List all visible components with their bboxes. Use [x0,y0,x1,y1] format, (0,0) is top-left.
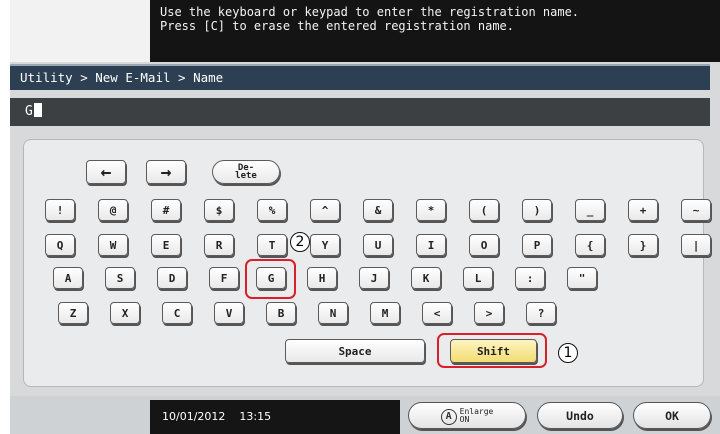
left-arrow-icon: ← [100,161,112,183]
key-less-than[interactable]: < [422,302,452,324]
key-dollar[interactable]: $ [204,199,234,221]
key-k[interactable]: K [411,267,441,289]
left-arrow-key[interactable]: ← [86,160,126,184]
key-tilde[interactable]: ~ [681,199,711,221]
right-arrow-icon: → [160,161,172,183]
key-s[interactable]: S [105,267,135,289]
key-r[interactable]: R [204,234,234,256]
time-label: 13:15 [239,410,272,423]
right-arrow-key[interactable]: → [146,160,186,184]
key-close-brace[interactable]: } [628,234,658,256]
key-underscore[interactable]: _ [575,199,605,221]
key-n[interactable]: N [318,302,348,324]
instruction-panel: Use the keyboard or keypad to enter the … [150,0,720,62]
key-i[interactable]: I [416,234,446,256]
key-c[interactable]: C [162,302,192,324]
key-x[interactable]: X [110,302,140,324]
delete-label-2: lete [235,171,257,181]
key-q[interactable]: Q [45,234,75,256]
key-caret[interactable]: ^ [310,199,340,221]
entry-value: G [25,104,33,119]
key-t[interactable]: T [257,234,287,256]
undo-button[interactable]: Undo [537,402,623,429]
key-m[interactable]: M [370,302,400,324]
key-l[interactable]: L [463,267,493,289]
key-greater-than[interactable]: > [474,302,504,324]
key-z[interactable]: Z [58,302,88,324]
key-y[interactable]: Y [310,234,340,256]
enlarge-line-2: ON [459,414,470,424]
key-v[interactable]: V [214,302,244,324]
key-o[interactable]: O [469,234,499,256]
key-open-brace[interactable]: { [575,234,605,256]
key-e[interactable]: E [151,234,181,256]
enlarge-label: Enlarge ON [459,407,494,424]
key-ampersand[interactable]: & [363,199,393,221]
key-j[interactable]: J [359,267,389,289]
key-h[interactable]: H [307,267,337,289]
key-close-paren[interactable]: ) [522,199,552,221]
date-time-display: 10/01/2012 13:15 [150,400,400,434]
key-hash[interactable]: # [151,199,181,221]
breadcrumb: Utility > New E-Mail > Name [10,64,710,90]
text-cursor [33,103,42,117]
key-colon[interactable]: : [515,267,545,289]
date-label: 10/01/2012 [162,410,226,423]
g-key-highlight [245,259,296,299]
key-at[interactable]: @ [98,199,128,221]
key-p[interactable]: P [522,234,552,256]
key-f[interactable]: F [209,267,239,289]
key-percent[interactable]: % [257,199,287,221]
shift-key-highlight [437,333,547,368]
key-a[interactable]: A [53,267,83,289]
callout-2: 2 [290,232,310,252]
name-entry-field[interactable]: G [10,98,710,126]
ok-button[interactable]: OK [633,402,711,429]
key-w[interactable]: W [98,234,128,256]
key-exclamation[interactable]: ! [45,199,75,221]
key-pipe[interactable]: | [681,234,711,256]
callout-1: 1 [558,343,578,363]
enlarge-button[interactable]: A Enlarge ON [408,402,526,429]
key-quote[interactable]: " [567,267,597,289]
key-open-paren[interactable]: ( [469,199,499,221]
delete-key[interactable]: De-lete [212,160,280,184]
key-asterisk[interactable]: * [416,199,446,221]
key-b[interactable]: B [266,302,296,324]
key-d[interactable]: D [157,267,187,289]
magnify-A-icon: A [440,407,457,425]
key-u[interactable]: U [363,234,393,256]
instruction-line-2: Press [C] to erase the entered registrat… [160,19,515,33]
space-key[interactable]: Space [285,339,425,363]
instruction-line-1: Use the keyboard or keypad to enter the … [160,5,580,19]
key-plus[interactable]: + [628,199,658,221]
key-question[interactable]: ? [526,302,556,324]
